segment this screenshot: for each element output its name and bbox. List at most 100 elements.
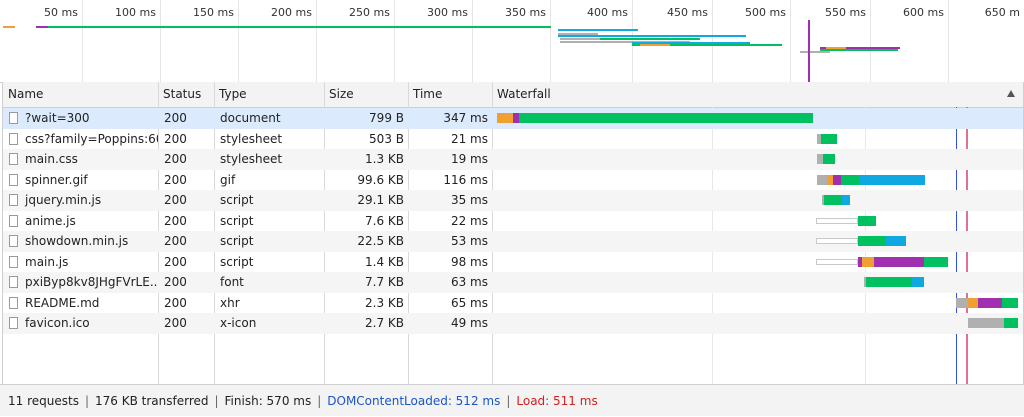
table-row[interactable]: spinner.gif 200 gif 99.6 KB 116 ms	[3, 170, 1023, 191]
waterfall-bar[interactable]	[492, 129, 1023, 150]
overview-tick-label: 150 ms	[193, 6, 234, 19]
request-type: script	[220, 193, 254, 207]
table-row[interactable]: css?family=Poppins:600 200 stylesheet 503 B…	[3, 129, 1023, 150]
request-time: 35 ms	[450, 193, 488, 207]
request-type: stylesheet	[220, 131, 283, 146]
request-type: font	[220, 275, 244, 289]
table-row[interactable]: main.css 200 stylesheet 1.3 KB 19 ms	[3, 149, 1023, 170]
waterfall-bar[interactable]	[492, 293, 1023, 314]
column-header-time[interactable]: Time	[408, 82, 492, 107]
waterfall-segment-waiting	[824, 195, 842, 205]
overview-tick-label: 400 ms	[587, 6, 628, 19]
table-row[interactable]: showdown.min.js 200 script 22.5 KB 53 ms	[3, 231, 1023, 252]
waterfall-bar[interactable]	[492, 170, 1023, 191]
waterfall-bar[interactable]	[492, 190, 1023, 211]
table-row[interactable]: ?wait=300 200 document 799 B 347 ms	[3, 108, 1023, 129]
request-type: script	[220, 254, 254, 269]
overview-gridline	[82, 0, 83, 82]
request-time: 347 ms	[443, 111, 488, 125]
request-name: jquery.min.js	[25, 193, 102, 207]
request-type: document	[220, 111, 281, 125]
waterfall-segment-download	[859, 174, 925, 185]
table-row[interactable]: main.js 200 script 1.4 KB 98 ms	[3, 252, 1023, 273]
overview-request-bar	[36, 26, 48, 28]
domcontentloaded-time: DOMContentLoaded: 512 ms	[327, 394, 501, 408]
request-size: 2.7 KB	[365, 316, 404, 330]
request-size: 29.1 KB	[357, 193, 404, 207]
request-status: 200	[164, 316, 187, 330]
waterfall-bar[interactable]	[492, 108, 1023, 129]
separator: |	[214, 394, 219, 408]
waterfall-segment-waiting	[858, 215, 876, 226]
finish-time: Finish: 570 ms	[224, 394, 312, 408]
column-header-size[interactable]: Size	[324, 82, 408, 107]
column-header-name[interactable]: Name	[3, 82, 158, 107]
request-type: x-icon	[220, 316, 257, 330]
overview-request-bar	[820, 49, 898, 51]
request-status: 200	[164, 275, 187, 289]
waterfall-segment-dns	[862, 256, 874, 267]
overview-gridline	[316, 0, 317, 82]
waterfall-segment-dns	[497, 113, 513, 123]
sort-ascending-icon[interactable]	[1007, 90, 1015, 97]
waterfall-segment-connect	[978, 297, 1002, 308]
request-type: xhr	[220, 295, 240, 310]
waterfall-bar[interactable]	[492, 272, 1023, 293]
table-row[interactable]: jquery.min.js 200 script 29.1 KB 35 ms	[3, 190, 1023, 211]
waterfall-bar[interactable]	[492, 231, 1023, 252]
request-name: spinner.gif	[25, 172, 88, 187]
request-size: 99.6 KB	[357, 172, 404, 187]
overview-gridline	[472, 0, 473, 82]
request-name: css?family=Poppins:600	[25, 131, 158, 146]
separator: |	[84, 394, 89, 408]
overview-tick-label: 200 ms	[271, 6, 312, 19]
column-header-waterfall[interactable]: Waterfall	[492, 82, 1023, 107]
request-size: 503 B	[369, 131, 404, 146]
request-status: 200	[164, 234, 187, 248]
waterfall-segment-connect	[874, 256, 924, 267]
overview-tick-label: 650 m	[984, 6, 1020, 19]
table-row[interactable]: anime.js 200 script 7.6 KB 22 ms	[3, 211, 1023, 232]
request-status: 200	[164, 152, 187, 166]
table-row[interactable]: favicon.ico 200 x-icon 2.7 KB 49 ms	[3, 313, 1023, 334]
overview-gridline	[790, 0, 791, 82]
separator: |	[506, 394, 511, 408]
waterfall-segment-waiting	[823, 154, 835, 164]
waterfall-segment-stalled	[816, 217, 858, 224]
request-name: main.js	[25, 254, 69, 269]
request-size: 22.5 KB	[357, 234, 404, 248]
overview-gridline	[948, 0, 949, 82]
request-time: 49 ms	[450, 316, 488, 330]
waterfall-segment-download	[842, 195, 850, 205]
overview-request-bar	[640, 44, 670, 46]
table-row[interactable]: README.md 200 xhr 2.3 KB 65 ms	[3, 293, 1023, 314]
waterfall-segment-dns	[968, 297, 978, 308]
overview-request-bar	[600, 38, 700, 40]
waterfall-bar[interactable]	[492, 211, 1023, 232]
table-row[interactable]: pxiByp8kv8JHgFVrLE... 200 font 7.7 KB 63 ms	[3, 272, 1023, 293]
overview-timeline[interactable]: 50 ms 100 ms 150 ms 200 ms 250 ms 300 ms 350 m…	[0, 0, 1024, 83]
column-header-type[interactable]: Type	[214, 82, 324, 107]
overview-gridline	[160, 0, 161, 82]
waterfall-segment-waiting	[1004, 318, 1018, 328]
overview-tick-label: 600 ms	[903, 6, 944, 19]
overview-tick-label: 100 ms	[115, 6, 156, 19]
waterfall-bar[interactable]	[492, 252, 1023, 273]
column-header-status[interactable]: Status	[158, 82, 214, 107]
request-status: 200	[164, 131, 187, 146]
waterfall-bar[interactable]	[492, 149, 1023, 170]
overview-gridline	[550, 0, 551, 82]
overview-request-bar	[800, 51, 830, 53]
waterfall-bar[interactable]	[492, 313, 1023, 334]
waterfall-segment-waiting	[924, 256, 948, 267]
request-name: main.css	[25, 152, 78, 166]
overview-gridline	[870, 0, 871, 82]
overview-request-bar	[3, 26, 15, 28]
request-status: 200	[164, 213, 187, 228]
request-time: 116 ms	[443, 172, 488, 187]
request-status: 200	[164, 295, 187, 310]
request-status: 200	[164, 111, 187, 125]
request-name: showdown.min.js	[25, 234, 129, 248]
request-name: README.md	[25, 295, 100, 310]
waterfall-segment-connect	[833, 174, 841, 185]
